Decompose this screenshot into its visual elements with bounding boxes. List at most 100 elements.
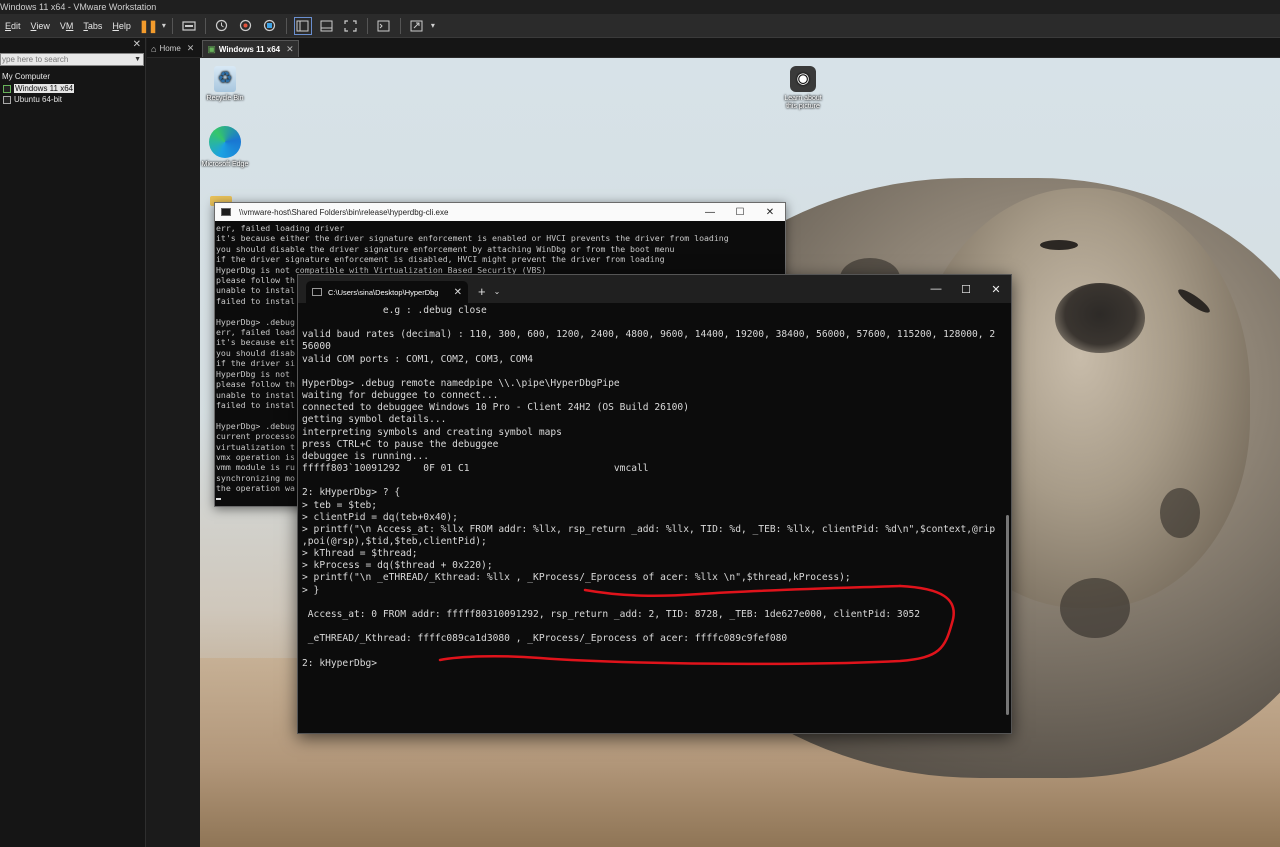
- terminal-line: HyperDbg> .debug remote namedpipe \\.\pi…: [302, 377, 620, 389]
- minimize-button[interactable]: —: [921, 283, 951, 295]
- minimize-button[interactable]: —: [695, 207, 725, 218]
- terminal-line: valid COM ports : COM1, COM2, COM3, COM4: [302, 353, 534, 365]
- menu-help[interactable]: Help: [107, 14, 136, 38]
- stretch-guest-icon[interactable]: [408, 17, 426, 35]
- chevron-down-icon[interactable]: ▼: [134, 54, 141, 65]
- terminal-line: > kThread = $thread;: [302, 548, 418, 560]
- terminal-tab[interactable]: C:\Users\sina\Desktop\HyperDbg ✕: [306, 281, 468, 303]
- console-view-icon[interactable]: [375, 17, 393, 35]
- toolbar-separator: [204, 17, 206, 34]
- pause-dropdown-icon[interactable]: ▾: [160, 17, 168, 35]
- menu-accelerator: E: [5, 20, 12, 31]
- tab-windows-11[interactable]: ▣ Windows 11 x64 ✕: [202, 40, 299, 57]
- terminal-line: > printf("\n Access_at: %llx FROM addr: …: [302, 523, 996, 535]
- terminal-line: getting symbol details...: [302, 414, 447, 426]
- menu-tabs[interactable]: Tabs: [78, 14, 107, 38]
- library-tree: My Computer Windows 11 x64 Ubuntu 64-bit: [0, 71, 146, 105]
- toolbar-separator: [171, 17, 173, 34]
- console-line: it's because either the driver signature…: [216, 233, 729, 244]
- console-line: if the driver signature enforcement is d…: [216, 254, 665, 265]
- close-icon[interactable]: ✕: [187, 43, 195, 54]
- full-screen-icon[interactable]: [342, 17, 360, 35]
- wallpaper-seal-nose: [1055, 283, 1145, 353]
- library-search-input[interactable]: ype here to search ▼: [0, 53, 144, 66]
- snapshot-manager-icon[interactable]: [261, 17, 279, 35]
- maximize-button[interactable]: ☐: [725, 207, 755, 218]
- windows-terminal-window[interactable]: C:\Users\sina\Desktop\HyperDbg ✕ + ⌄ — ☐…: [297, 274, 1012, 734]
- tree-item-label: Ubuntu 64-bit: [14, 95, 63, 104]
- terminal-line: > }: [302, 584, 320, 596]
- snapshot-icon[interactable]: [213, 17, 231, 35]
- wallpaper-seal-spot: [1060, 578, 1130, 638]
- terminal-line: > clientPid = dq(teb+0x40);: [302, 511, 458, 523]
- window-title: Windows 11 x64 - VMware Workstation: [0, 0, 1280, 14]
- terminal-line: 2: kHyperDbg>: [302, 657, 378, 669]
- desktop-icon-recycle-bin[interactable]: ♻ Recycle Bin: [200, 66, 250, 103]
- tree-root-my-computer[interactable]: My Computer: [0, 71, 146, 83]
- recycle-bin-icon: ♻: [214, 66, 236, 92]
- menu-accelerator: T: [83, 20, 88, 31]
- console-title-bar[interactable]: \\vmware-host\Shared Folders\bin\release…: [215, 203, 785, 221]
- console-line: you should disable the driver signature …: [216, 243, 675, 254]
- close-button[interactable]: ✕: [981, 283, 1011, 296]
- menu-edit[interactable]: Edit: [0, 14, 26, 38]
- terminal-tab-title: C:\Users\sina\Desktop\HyperDbg: [328, 287, 439, 297]
- library-search-placeholder: ype here to search: [2, 55, 69, 64]
- terminal-line: e.g : .debug close: [302, 305, 487, 316]
- pause-icon[interactable]: ❚❚: [139, 17, 158, 35]
- terminal-line: connected to debuggee Windows 10 Pro - C…: [302, 402, 689, 414]
- terminal-line: > teb = $teb;: [302, 499, 378, 511]
- close-button[interactable]: ✕: [755, 207, 785, 218]
- close-icon[interactable]: ✕: [454, 287, 462, 298]
- terminal-tab-icon: [312, 288, 322, 296]
- terminal-line: press CTRL+C to pause the debuggee: [302, 438, 499, 450]
- desktop-icon-label: Learn about this picture: [784, 95, 822, 110]
- tree-item-ubuntu[interactable]: Ubuntu 64-bit: [0, 94, 146, 105]
- maximize-button[interactable]: ☐: [951, 283, 981, 296]
- terminal-line: _eTHREAD/_Kthread: ffffc089ca1d3080 , _K…: [302, 633, 788, 645]
- terminal-line: Access_at: 0 FROM addr: fffff80310091292…: [302, 608, 921, 620]
- guest-desktop[interactable]: ♻ Recycle Bin Microsoft Edge ◉ Learn abo…: [200, 58, 1280, 847]
- chevron-down-icon[interactable]: ⌄: [494, 281, 501, 303]
- desktop-icon-label: Microsoft Edge: [201, 161, 249, 168]
- vm-icon: [3, 95, 11, 104]
- desktop-icon-learn-about-picture[interactable]: ◉ Learn about this picture: [778, 66, 828, 111]
- menu-accelerator: V: [30, 20, 37, 31]
- terminal-output[interactable]: e.g : .debug close valid baud rates (dec…: [302, 303, 1002, 731]
- terminal-line: valid baud rates (decimal) : 110, 300, 6…: [302, 329, 996, 341]
- close-icon[interactable]: ✕: [133, 39, 141, 50]
- thumbnail-bar-icon[interactable]: [318, 17, 336, 35]
- tree-item-windows-11[interactable]: Windows 11 x64: [0, 83, 146, 94]
- toolbar-separator: [399, 17, 401, 34]
- terminal-line: waiting for debuggee to connect...: [302, 390, 499, 402]
- tab-label: Windows 11 x64: [218, 44, 281, 54]
- send-ctrl-alt-del-icon[interactable]: [180, 17, 198, 35]
- tab-home[interactable]: ⌂ Home ✕: [147, 40, 198, 57]
- wallpaper-seal-eye: [1040, 240, 1078, 250]
- library-panel: ✕ ype here to search ▼ My Computer Windo…: [0, 38, 146, 847]
- menu-vm[interactable]: VM: [55, 14, 79, 38]
- console-app-icon: [221, 208, 231, 216]
- wallpaper-seal-spot: [1160, 488, 1200, 538]
- terminal-line: interpreting symbols and creating symbol…: [302, 426, 562, 438]
- close-icon[interactable]: ✕: [286, 44, 294, 55]
- stretch-dropdown-icon[interactable]: ▾: [429, 17, 437, 35]
- new-tab-button[interactable]: +: [478, 281, 486, 303]
- desktop-icon-edge[interactable]: Microsoft Edge: [200, 126, 250, 169]
- toolbar-separator: [285, 17, 287, 34]
- menu-view[interactable]: View: [26, 14, 55, 38]
- terminal-line: fffff803`10091292 0F 01 C1 vmcall: [302, 463, 649, 475]
- library-view-icon[interactable]: [293, 16, 312, 35]
- vm-tab-strip: ⌂ Home ✕ ▣ Windows 11 x64 ✕: [147, 38, 1280, 58]
- menu-accelerator: H: [112, 20, 119, 31]
- revert-snapshot-icon[interactable]: [237, 17, 255, 35]
- home-icon: ⌂: [151, 43, 157, 54]
- terminal-line: > printf("\n _eTHREAD/_Kthread: %llx , _…: [302, 572, 851, 584]
- terminal-title-bar[interactable]: C:\Users\sina\Desktop\HyperDbg ✕ + ⌄ — ☐…: [298, 275, 1011, 303]
- toolbar-separator: [366, 17, 368, 34]
- terminal-scrollbar[interactable]: [1006, 515, 1009, 715]
